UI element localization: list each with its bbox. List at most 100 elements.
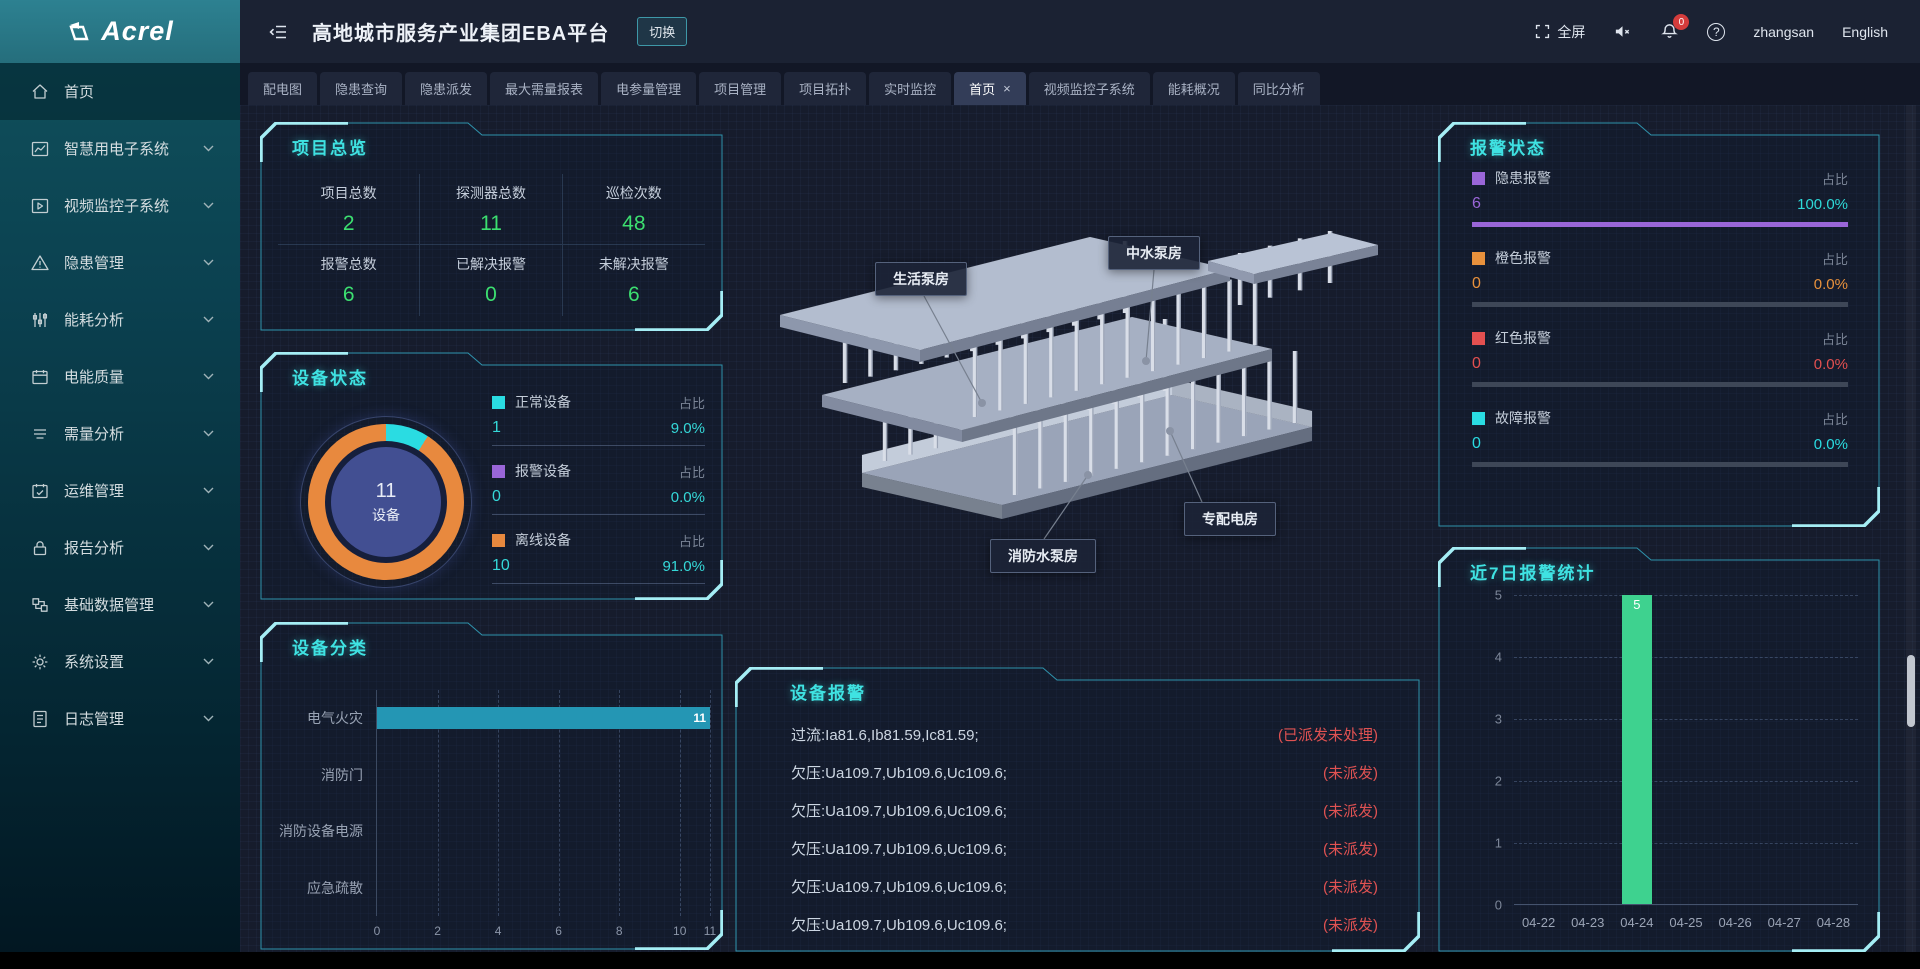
alarm-list-item: 欠压:Ua109.7,Ub109.6,Uc109.6;(未派发)	[735, 753, 1420, 791]
tab-隐患查询[interactable]: 隐患查询	[320, 72, 402, 105]
sidebar-item-首页[interactable]: 首页	[0, 63, 240, 120]
tab-隐患派发[interactable]: 隐患派发	[405, 72, 487, 105]
row-value: 0	[1472, 355, 1481, 373]
sidebar-item-能耗分析[interactable]: 能耗分析	[0, 291, 240, 348]
weekly-alarm-bar-chart: 01234504-2204-23504-2404-2504-2604-2704-…	[1514, 595, 1858, 905]
legend-line2: 19.0%	[492, 419, 705, 437]
row-line2: 0 0.0%	[1472, 355, 1848, 373]
row-name: 故障报警	[1495, 408, 1551, 428]
username[interactable]: zhangsan	[1753, 24, 1814, 40]
notifications-bell[interactable]: 0	[1660, 22, 1679, 41]
row-value: 0	[1472, 435, 1481, 453]
scrollbar-track[interactable]	[1906, 105, 1916, 952]
tab-label: 项目拓扑	[799, 79, 851, 98]
alarm-dispatch-status: (未派发)	[1323, 838, 1378, 859]
tab-视频监控子系统[interactable]: 视频监控子系统	[1029, 72, 1150, 105]
building-label-消防水泵房[interactable]: 消防水泵房	[990, 539, 1096, 573]
tab-电参量管理[interactable]: 电参量管理	[601, 72, 696, 105]
sidebar-item-隐患管理[interactable]: 隐患管理	[0, 234, 240, 291]
brand-name: Acrel	[101, 16, 174, 47]
building-label-生活泵房[interactable]: 生活泵房	[875, 262, 967, 296]
building-label-专配电房[interactable]: 专配电房	[1184, 502, 1276, 536]
fullscreen-icon	[1534, 23, 1551, 40]
chevron-down-icon	[203, 658, 214, 665]
tab-项目管理[interactable]: 项目管理	[699, 72, 781, 105]
sidebar-item-运维管理[interactable]: 运维管理	[0, 462, 240, 519]
grid-line	[710, 690, 711, 916]
ratio-label: 占比	[1822, 409, 1848, 428]
sidebar-item-日志管理[interactable]: 日志管理	[0, 690, 240, 747]
tab-最大需量报表[interactable]: 最大需量报表	[490, 72, 598, 105]
tab-实时监控[interactable]: 实时监控	[869, 72, 951, 105]
app-header: 高地城市服务产业集团EBA平台 切换 全屏 0 ? zhangsan Engli…	[240, 0, 1920, 63]
category-row-消防门: 消防门	[377, 747, 710, 804]
sidebar-item-基础数据管理[interactable]: 基础数据管理	[0, 576, 240, 633]
tab-同比分析[interactable]: 同比分析	[1238, 72, 1320, 105]
panel-device-alarm: 设备报警 过流:Ia81.6,Ib81.59,Ic81.59;(已派发未处理)欠…	[735, 667, 1420, 952]
tab-项目拓扑[interactable]: 项目拓扑	[784, 72, 866, 105]
language-switcher[interactable]: English	[1842, 24, 1888, 40]
alarm-dispatch-status: (未派发)	[1323, 762, 1378, 783]
help-icon[interactable]: ?	[1707, 23, 1725, 41]
sidebar-item-电能质量[interactable]: 电能质量	[0, 348, 240, 405]
stat-value: 6	[343, 283, 355, 307]
sidebar-item-label: 基础数据管理	[64, 594, 154, 615]
sidebar-item-视频监控子系统[interactable]: 视频监控子系统	[0, 177, 240, 234]
x-axis-tick-label: 4	[495, 924, 502, 938]
brand-logo: Acrel	[0, 0, 240, 63]
chevron-down-icon	[203, 430, 214, 437]
panel-alarm-status: 报警状态 隐患报警占比6100.0%橙色报警占比00.0%红色报警占比00.0%…	[1438, 122, 1880, 527]
row-value: 6	[1472, 195, 1481, 213]
sliders-icon	[30, 310, 50, 330]
switch-project-button[interactable]: 切换	[637, 17, 687, 46]
x-axis-tick-label: 04-25	[1669, 915, 1702, 930]
x-axis-tick-label: 04-28	[1817, 915, 1850, 930]
sidebar-item-系统设置[interactable]: 系统设置	[0, 633, 240, 690]
tab-close-icon[interactable]: ×	[1003, 81, 1011, 96]
alarm-list-item: 过流:Ia81.6,Ib81.59,Ic81.59;(已派发未处理)	[735, 715, 1420, 753]
stat-label: 已解决报警	[456, 254, 526, 274]
alarm-list-item: 欠压:Ua109.7,Ub109.6,Uc109.6;(未派发)	[735, 791, 1420, 829]
tab-label: 同比分析	[1253, 79, 1305, 98]
category-label: 消防设备电源	[263, 821, 363, 841]
device-status-legend-离线设备: 离线设备占比1091.0%	[492, 530, 705, 584]
stat-label: 项目总数	[321, 183, 377, 203]
fullscreen-button[interactable]: 全屏	[1534, 22, 1585, 42]
bottom-strip	[0, 952, 1920, 969]
tab-label: 首页	[969, 79, 995, 98]
legend-value: 0	[492, 488, 501, 506]
overview-stat-已解决报警: 已解决报警0	[420, 245, 562, 316]
calendar-icon	[30, 367, 50, 387]
tab-配电图[interactable]: 配电图	[248, 72, 317, 105]
sidebar-item-报告分析[interactable]: 报告分析	[0, 519, 240, 576]
row-percent: 0.0%	[1814, 356, 1848, 373]
tab-label: 项目管理	[714, 79, 766, 98]
category-row-应急疏散: 应急疏散	[377, 860, 710, 917]
building-label-中水泵房[interactable]: 中水泵房	[1108, 236, 1200, 270]
tab-能耗概况[interactable]: 能耗概况	[1153, 72, 1235, 105]
sidebar-item-label: 电能质量	[64, 366, 124, 387]
building-3d-scene[interactable]: 生活泵房 中水泵房消防水泵房 专配电房	[710, 165, 1430, 655]
legend-name: 离线设备	[515, 530, 571, 550]
page-title: 高地城市服务产业集团EBA平台	[312, 17, 609, 46]
sidebar-item-智慧用电子系统[interactable]: 智慧用电子系统	[0, 120, 240, 177]
row-name: 橙色报警	[1495, 248, 1551, 268]
alarm-message: 欠压:Ua109.7,Ub109.6,Uc109.6;	[791, 914, 1007, 935]
chevron-down-icon	[203, 316, 214, 323]
menu-collapse-icon[interactable]	[268, 22, 288, 42]
panel-device-status: 设备状态 11 设备 正常设备占比19.0%报警设备占比00.0%离线设备占比1…	[260, 352, 723, 600]
x-axis-tick-label: 04-24	[1620, 915, 1653, 930]
sidebar-item-label: 报告分析	[64, 537, 124, 558]
legend-swatch	[492, 396, 505, 409]
legend-line2: 00.0%	[492, 488, 705, 506]
x-axis-tick-label: 04-23	[1571, 915, 1604, 930]
mute-icon[interactable]	[1613, 22, 1632, 41]
sidebar-item-需量分析[interactable]: 需量分析	[0, 405, 240, 462]
tab-label: 最大需量报表	[505, 79, 583, 98]
category-bar: 11	[377, 707, 710, 729]
tab-首页[interactable]: 首页 ×	[954, 72, 1026, 105]
scrollbar-thumb[interactable]	[1907, 655, 1915, 727]
stat-value: 11	[480, 212, 502, 236]
chevron-down-icon	[203, 487, 214, 494]
stat-value: 48	[622, 212, 645, 236]
